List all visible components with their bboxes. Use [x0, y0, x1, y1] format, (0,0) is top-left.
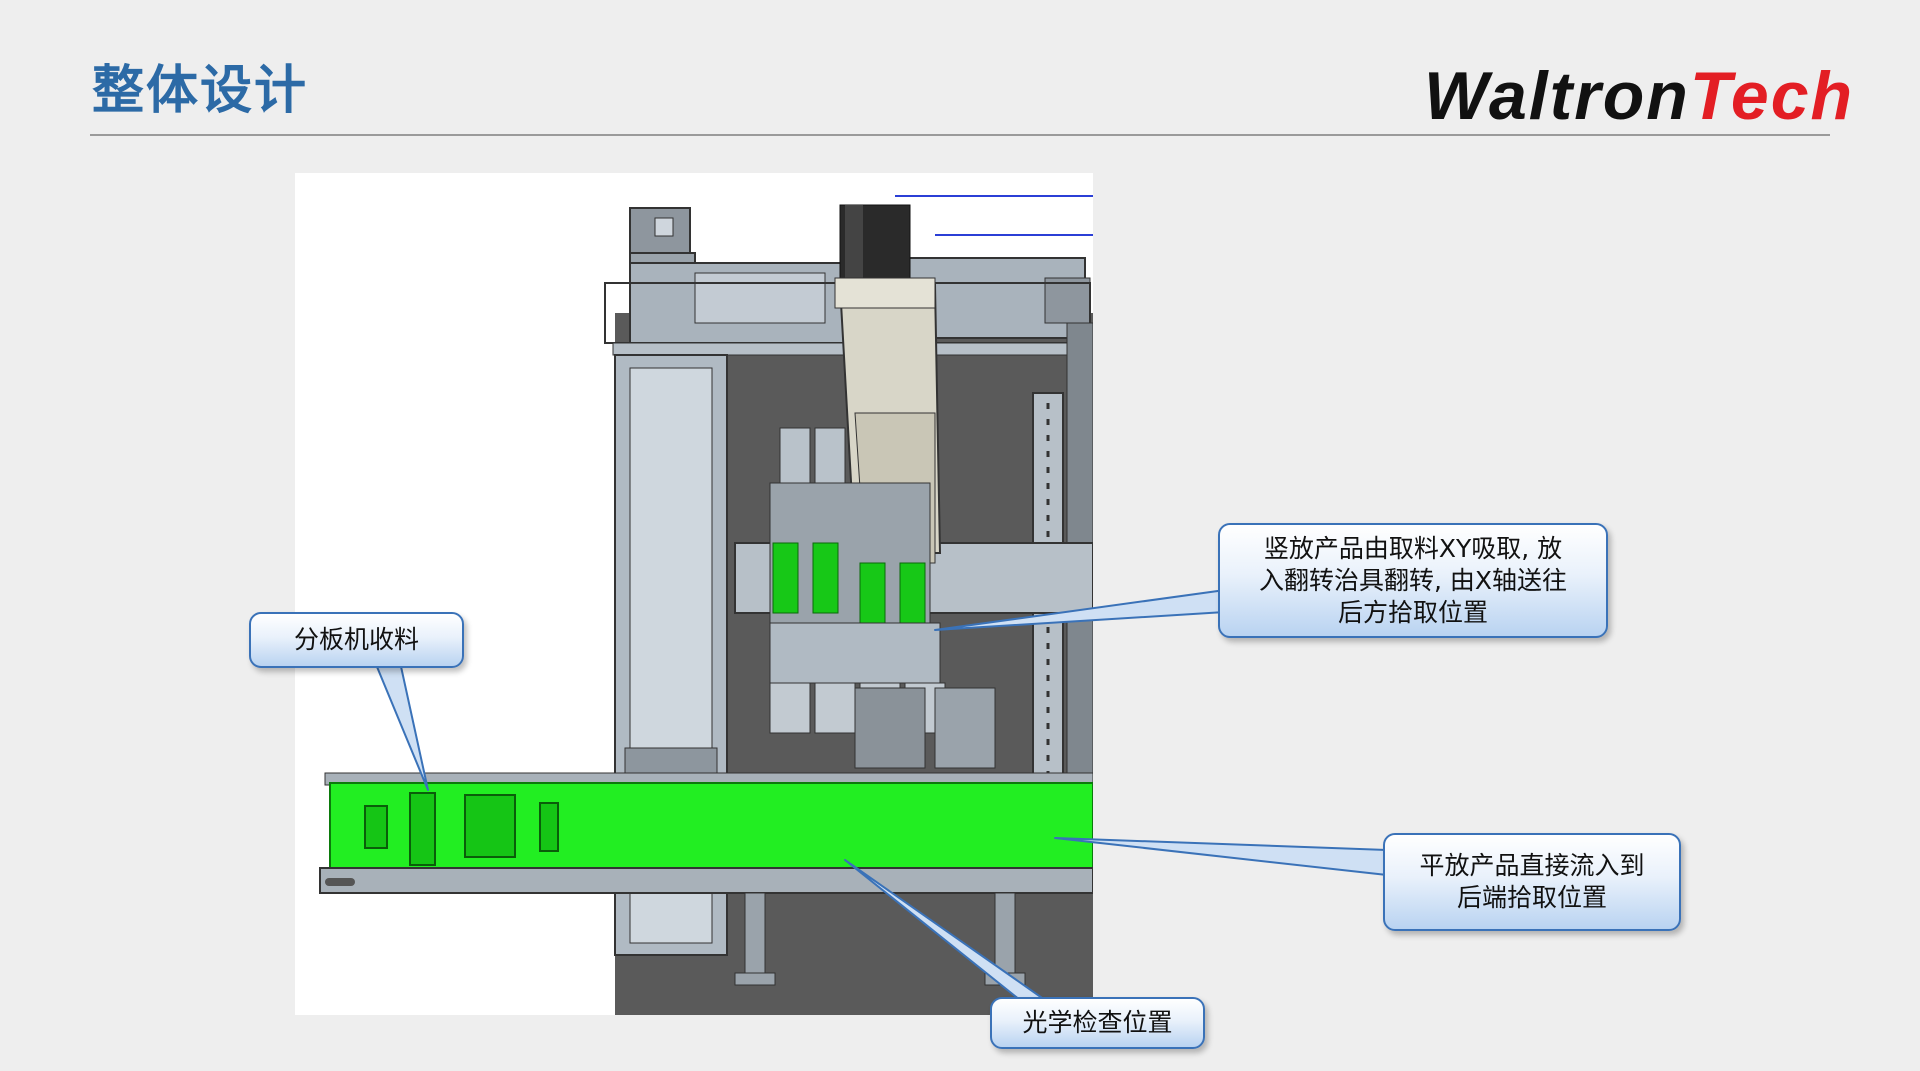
- callout-line: 平放产品直接流入到: [1419, 851, 1645, 880]
- callout-vertical-product: 竖放产品由取料XY吸取, 放 入翻转治具翻转, 由X轴送往 后方拾取位置: [1218, 523, 1608, 638]
- company-logo: WaltronTech: [1424, 56, 1854, 136]
- machine-cad-figure: [295, 173, 1093, 1015]
- callout-line: 分板机收料: [293, 625, 419, 654]
- callout-optical-inspection: 光学检查位置: [990, 997, 1205, 1049]
- header-divider: [90, 134, 1830, 136]
- callout-line: 入翻转治具翻转, 由X轴送往: [1258, 565, 1568, 595]
- callout-board-separator: 分板机收料: [249, 612, 464, 668]
- callout-line: 竖放产品由取料XY吸取, 放: [1263, 533, 1563, 563]
- callout-flat-product: 平放产品直接流入到 后端拾取位置: [1383, 833, 1681, 931]
- logo-primary-text: Waltron: [1424, 58, 1690, 134]
- machine-drawing: [319, 195, 1093, 1015]
- callout-line: 后端拾取位置: [1456, 883, 1607, 912]
- callout-line: 后方拾取位置: [1337, 597, 1488, 627]
- page-title: 整体设计: [92, 61, 309, 121]
- logo-secondary-text: Tech: [1689, 58, 1855, 134]
- callout-line: 光学检查位置: [1022, 1008, 1173, 1037]
